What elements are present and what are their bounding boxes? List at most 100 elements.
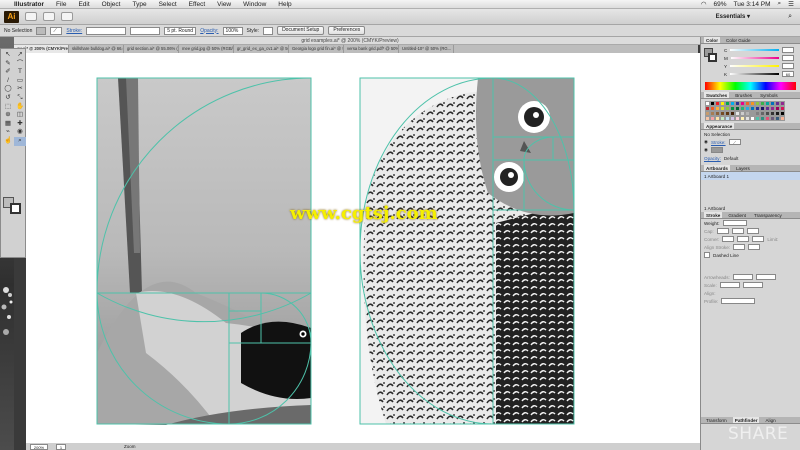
swatch[interactable] <box>780 116 785 121</box>
menu-help[interactable]: Help <box>272 1 297 8</box>
menu-edit[interactable]: Edit <box>72 1 95 8</box>
eye-icon[interactable]: ◉ <box>704 139 708 145</box>
menu-view[interactable]: View <box>211 1 237 8</box>
appearance-stroke-label[interactable]: Stroke: <box>711 140 726 145</box>
document-tab[interactable]: versa bank grid.pdf* @ 50% (RGB... <box>344 45 399 53</box>
search-icon[interactable]: ⌕ <box>788 13 792 21</box>
weight-field[interactable] <box>722 220 747 226</box>
tab-transparency[interactable]: Transparency <box>752 212 784 218</box>
rectangle-tool-icon[interactable]: ▭ <box>14 77 26 86</box>
arrowhead-start[interactable] <box>732 274 753 280</box>
stroke-weight-field[interactable] <box>86 26 127 35</box>
align-button[interactable] <box>748 244 761 250</box>
arrange-documents-button[interactable] <box>43 12 55 21</box>
appearance-stroke-row[interactable]: ◉ Stroke: ⟋ <box>701 138 800 146</box>
brush-definition[interactable]: 5 pt. Round <box>164 26 197 35</box>
menu-select[interactable]: Select <box>153 1 183 8</box>
scale-tool-icon[interactable]: ⤡ <box>14 94 26 103</box>
owl-photo[interactable] <box>360 78 574 424</box>
slider-c[interactable] <box>730 49 779 51</box>
tab-layers[interactable]: Layers <box>734 165 752 171</box>
rotate-tool-icon[interactable]: ↺ <box>2 94 14 103</box>
eye-icon[interactable]: ◉ <box>704 147 708 153</box>
tab-color-guide[interactable]: Color Guide <box>724 37 753 43</box>
channel-value[interactable]: 60 <box>782 71 794 77</box>
artboard-tool-icon[interactable]: ☝ <box>2 137 14 146</box>
symbol-sprayer-tool-icon[interactable]: ◉ <box>14 128 26 137</box>
scissors-tool-icon[interactable]: ✂ <box>14 85 26 94</box>
mesh-tool-icon[interactable]: ▦ <box>2 120 14 129</box>
appearance-stroke-swatch[interactable]: ⟋ <box>728 139 741 145</box>
channel-value[interactable] <box>782 47 794 53</box>
opacity-link[interactable]: Opacity: <box>200 28 218 34</box>
selection-tool-icon[interactable]: ↖ <box>2 51 14 60</box>
tab-appearance[interactable]: Appearance <box>704 123 735 129</box>
hand-tool-icon[interactable]: ✋ <box>14 103 26 112</box>
tab-transform[interactable]: Transform <box>704 417 729 423</box>
status-mode[interactable]: Zoom <box>124 444 136 449</box>
slider-k[interactable] <box>730 73 779 75</box>
artboard-number-field[interactable]: 1 <box>56 443 66 450</box>
bridge-button[interactable] <box>25 12 37 21</box>
bird-photo[interactable] <box>97 78 311 425</box>
zoom-level-field[interactable]: 200% <box>30 443 48 450</box>
artboard-canvas[interactable] <box>26 53 700 443</box>
slider-m[interactable] <box>730 57 779 59</box>
cmyk-row-c[interactable]: C <box>721 46 797 54</box>
battery-percent[interactable]: 69% <box>714 1 727 8</box>
scale-end[interactable] <box>742 282 763 288</box>
arrowhead-end[interactable] <box>755 274 776 280</box>
tab-artboards[interactable]: Artboards <box>704 165 730 171</box>
dashed-line-row[interactable]: Dashed Line <box>701 251 800 259</box>
cmyk-row-y[interactable]: Y <box>721 62 797 70</box>
document-tab[interactable]: Georgia logo grid fin.ai* @ 93.83% ... <box>289 45 344 53</box>
document-tab[interactable]: Untitled-10* @ 50% (RG... <box>399 45 454 53</box>
fill-swatch[interactable] <box>36 26 47 35</box>
corner-button[interactable] <box>722 236 735 242</box>
channel-value[interactable] <box>782 63 794 69</box>
channel-value[interactable] <box>782 55 794 61</box>
tab-pathfinder[interactable]: Pathfinder <box>732 417 760 423</box>
stroke-color-swatch[interactable] <box>10 203 21 214</box>
color-spectrum[interactable] <box>705 82 796 90</box>
menu-app-name[interactable]: Illustrator <box>0 1 50 8</box>
clock[interactable]: Tue 3:14 PM <box>734 1 771 8</box>
tab-stroke[interactable]: Stroke <box>704 212 723 218</box>
document-tab[interactable]: grid section.ai* @ 55.06% (RGB/Previ... <box>124 45 179 53</box>
tab-swatches[interactable]: Swatches <box>704 92 730 98</box>
document-tab[interactable]: mee grid.jpg @ 50% (RGB/Previe... <box>179 45 234 53</box>
stroke-link[interactable]: Stroke: <box>66 28 82 34</box>
curvature-tool-icon[interactable]: ⌒ <box>14 60 26 69</box>
menu-window[interactable]: Window <box>237 1 272 8</box>
align-button[interactable] <box>733 244 746 250</box>
tab-gradient[interactable]: Gradient <box>726 212 748 218</box>
tab-align[interactable]: Align <box>763 417 777 423</box>
preferences-button[interactable]: Preferences <box>328 26 366 35</box>
tab-symbols[interactable]: Symbols <box>758 92 780 98</box>
appearance-fill-swatch[interactable] <box>711 147 724 153</box>
document-tab[interactable]: gr_grid_ex_ga_cv1.ai* @ 50% (CMY... <box>234 45 289 53</box>
type-tool-icon[interactable]: T <box>14 68 26 77</box>
menu-object[interactable]: Object <box>96 1 127 8</box>
cap-button[interactable] <box>731 228 744 234</box>
corner-button[interactable] <box>737 236 750 242</box>
blend-tool-icon[interactable]: ⌁ <box>2 128 14 137</box>
style-picker[interactable] <box>263 26 274 35</box>
wifi-icon[interactable]: ◠ <box>701 0 707 8</box>
gradient-tool-icon[interactable]: ✚ <box>14 120 26 129</box>
document-tab[interactable]: skillshare bulldog.ai* @ 66.67% (C... <box>69 45 124 53</box>
zoom-tool-icon[interactable]: ⌕ <box>14 136 26 146</box>
workspace-switcher[interactable]: Essentials ▾ <box>716 13 750 20</box>
gpu-button[interactable] <box>61 12 73 21</box>
corner-button[interactable] <box>752 236 765 242</box>
shape-builder-tool-icon[interactable]: ⊕ <box>2 111 14 120</box>
variable-width-field[interactable] <box>130 26 161 35</box>
opacity-field[interactable]: 100% <box>222 26 243 35</box>
cmyk-row-k[interactable]: K 60 <box>721 70 797 78</box>
document-setup-button[interactable]: Document Setup <box>277 26 325 35</box>
profile-select[interactable] <box>721 298 756 304</box>
perspective-grid-tool-icon[interactable]: ◫ <box>14 111 26 120</box>
appearance-opacity-row[interactable]: Opacity: Default <box>701 154 800 162</box>
cap-button[interactable] <box>746 228 759 234</box>
menu-type[interactable]: Type <box>126 1 152 8</box>
